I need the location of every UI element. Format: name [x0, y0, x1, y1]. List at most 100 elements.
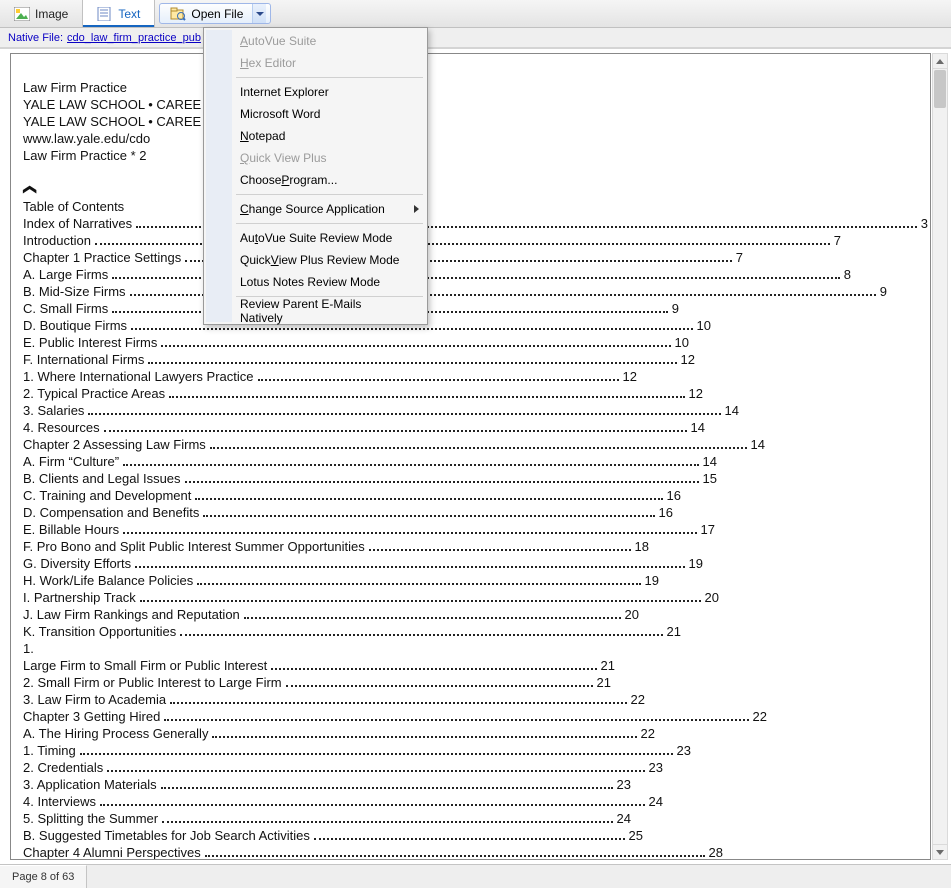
top-toolbar: Image Text Open File — [0, 0, 951, 28]
chevron-up-icon — [936, 59, 944, 64]
toc-text: K. Transition Opportunities — [23, 623, 176, 640]
menu-item-internet-explorer[interactable]: Internet Explorer — [206, 81, 425, 103]
toc-page: 10 — [675, 334, 689, 351]
image-icon — [14, 7, 30, 21]
toc-text: D. Boutique Firms — [23, 317, 127, 334]
chevron-down-icon — [936, 850, 944, 855]
vertical-scrollbar[interactable] — [932, 53, 948, 860]
menu-item-review-parent-e-mails-natively[interactable]: Review Parent E-Mails Natively — [206, 300, 425, 322]
doc-header-line: Law Firm Practice — [23, 79, 922, 96]
chevron-down-icon — [256, 12, 264, 16]
toc-text: 3. Law Firm to Academia — [23, 691, 166, 708]
toc-leader — [271, 653, 596, 670]
toc-leader — [210, 432, 747, 449]
toc-text: A. Firm “Culture” — [23, 453, 119, 470]
toc-leader — [123, 449, 698, 466]
toc-leader — [104, 415, 687, 432]
scroll-down-button[interactable] — [933, 844, 947, 859]
toc-page: 21 — [667, 623, 681, 640]
status-bar: Page 8 of 63 — [0, 864, 951, 888]
toc-leader — [100, 789, 645, 806]
open-file-icon — [170, 7, 186, 21]
native-file-label: Native File: — [8, 32, 63, 44]
toc-text: 3. Salaries — [23, 402, 84, 419]
document-viewer: Law Firm PracticeYALE LAW SCHOOL • CAREE… — [10, 53, 931, 860]
toc-leader — [148, 347, 676, 364]
menu-item-choose-program[interactable]: Choose Program... — [206, 169, 425, 191]
tab-image-label: Image — [35, 7, 68, 21]
toc-text: A. Large Firms — [23, 266, 108, 283]
menu-separator — [236, 194, 423, 195]
toc-leader — [286, 670, 593, 687]
doc-header-line: YALE LAW SCHOOL • CAREE AVEN, CT — [23, 113, 922, 130]
native-file-bar: Native File: cdo_law_firm_practice_pub — [0, 28, 951, 48]
toc-leader — [203, 500, 654, 517]
toc-leader — [164, 704, 748, 721]
toc-leader — [314, 823, 625, 840]
open-file-dropdown-arrow[interactable] — [252, 4, 266, 23]
document-content: Law Firm PracticeYALE LAW SCHOOL • CAREE… — [11, 54, 930, 860]
open-file-button[interactable]: Open File — [159, 3, 271, 24]
toc-page: 24 — [649, 793, 663, 810]
tab-text[interactable]: Text — [83, 0, 155, 27]
tab-image[interactable]: Image — [0, 0, 83, 27]
doc-header-line: Law Firm Practice * 2 — [23, 147, 922, 164]
open-file-dropdown: AutoVue SuiteHex Editor Internet Explorer… — [203, 27, 428, 325]
doc-header-line — [23, 62, 922, 79]
toc-leader — [161, 330, 670, 347]
toc-text: Chapter 4 Alumni Perspectives — [23, 844, 201, 860]
toc-page: 20 — [705, 589, 719, 606]
toc-leader — [185, 466, 699, 483]
doc-header-line: YALE LAW SCHOOL • CAREE 17 — [23, 96, 922, 113]
toc-page: 9 — [880, 283, 887, 300]
toc-page: 28 — [709, 844, 723, 860]
collapse-icon: ❯ — [23, 181, 922, 198]
open-file-label: Open File — [191, 7, 243, 21]
toc-text: 5. Splitting the Summer — [23, 810, 158, 827]
viewer-area: Law Firm PracticeYALE LAW SCHOOL • CAREE… — [0, 48, 951, 864]
page-indicator: Page 8 of 63 — [0, 865, 87, 888]
toc-page: 21 — [601, 657, 615, 674]
menu-item-change-source-application[interactable]: Change Source Application — [206, 198, 425, 220]
menu-item-autovue-suite: AutoVue Suite — [206, 30, 425, 52]
menu-item-quick-view-plus: Quick View Plus — [206, 147, 425, 169]
toc-leader — [195, 483, 662, 500]
menu-item-hex-editor: Hex Editor — [206, 52, 425, 74]
toc-text: C. Training and Development — [23, 487, 191, 504]
toc-leader — [162, 806, 612, 823]
toc-page: 23 — [649, 759, 663, 776]
tab-text-label: Text — [118, 7, 140, 21]
toc-page: 16 — [667, 487, 681, 504]
toc-leader — [369, 534, 631, 551]
toc-page: 17 — [701, 521, 715, 538]
toc-page: 14 — [703, 453, 717, 470]
toc-leader — [169, 381, 684, 398]
toc-text: I. Partnership Track — [23, 589, 136, 606]
toc-page: 3 — [921, 215, 928, 232]
toc-leader — [123, 517, 696, 534]
text-icon — [97, 7, 113, 21]
menu-item-lotus-notes-review-mode[interactable]: Lotus Notes Review Mode — [206, 271, 425, 293]
menu-item-notepad[interactable]: Notepad — [206, 125, 425, 147]
toc-leader — [88, 398, 720, 415]
toc-leader — [170, 687, 626, 704]
toc-leader — [180, 619, 662, 636]
toc-text: G. Diversity Efforts — [23, 555, 131, 572]
scroll-thumb[interactable] — [934, 70, 946, 108]
toc-page: 14 — [725, 402, 739, 419]
toc-leader — [212, 721, 636, 738]
toc-page: 7 — [834, 232, 841, 249]
toc-leader — [80, 738, 673, 755]
toc-leader — [258, 364, 619, 381]
menu-item-autovue-suite-review-mode[interactable]: AutoVue Suite Review Mode — [206, 227, 425, 249]
native-file-link[interactable]: cdo_law_firm_practice_pub — [67, 32, 201, 44]
menu-item-quick-view-plus-review-mode[interactable]: Quick View Plus Review Mode — [206, 249, 425, 271]
menu-item-microsoft-word[interactable]: Microsoft Word — [206, 103, 425, 125]
toc-text: 2. Credentials — [23, 759, 103, 776]
toc-page: 10 — [697, 317, 711, 334]
doc-header-line: www.law.yale.edu/cdo — [23, 130, 922, 147]
toc-leader — [140, 585, 701, 602]
toc-page: 23 — [677, 742, 691, 759]
toc-page: 14 — [751, 436, 765, 453]
scroll-up-button[interactable] — [933, 54, 947, 69]
